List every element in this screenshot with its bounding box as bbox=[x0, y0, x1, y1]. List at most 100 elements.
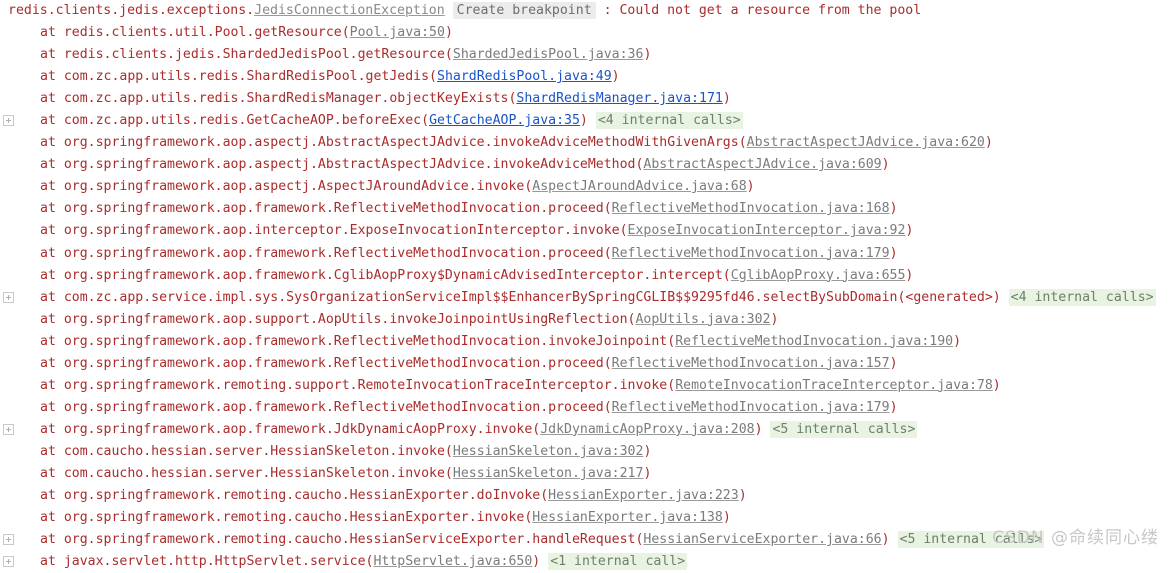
frame-spacer bbox=[588, 113, 596, 128]
stack-frame-row[interactable]: at org.springframework.aop.framework.Cgl… bbox=[0, 265, 1169, 287]
frame-source-link[interactable]: AbstractAspectJAdvice.java:609 bbox=[643, 157, 881, 172]
frame-source-link[interactable]: ExposeInvocationInterceptor.java:92 bbox=[628, 223, 906, 238]
frame-source-link[interactable]: ShardedJedisPool.java:36 bbox=[453, 47, 644, 62]
frame-close-paren: ) bbox=[889, 355, 898, 371]
frame-at-keyword: at bbox=[40, 47, 64, 63]
expand-plus-icon[interactable] bbox=[3, 556, 14, 568]
stack-frame-row[interactable]: at com.zc.app.utils.redis.ShardRedisMana… bbox=[0, 88, 1169, 110]
frame-source-link[interactable]: HessianExporter.java:138 bbox=[532, 510, 723, 525]
stack-frame-row[interactable]: at org.springframework.aop.aspectj.Abstr… bbox=[0, 154, 1169, 176]
frame-at-keyword: at bbox=[40, 157, 64, 173]
frame-at-keyword: at bbox=[40, 532, 64, 548]
frame-signature: com.caucho.hessian.server.HessianSkeleto… bbox=[63, 443, 453, 459]
stack-frame-row[interactable]: at org.springframework.aop.framework.Jdk… bbox=[0, 419, 1169, 441]
frame-signature: org.springframework.aop.aspectj.AspectJA… bbox=[63, 179, 533, 195]
stacktrace-console[interactable]: redis.clients.jedis.exceptions.JedisConn… bbox=[0, 0, 1169, 571]
internal-calls-badge[interactable]: <5 internal calls> bbox=[770, 420, 918, 438]
frame-source-link[interactable]: RemoteInvocationTraceInterceptor.java:78 bbox=[675, 378, 993, 393]
stack-frame-row[interactable]: at redis.clients.jedis.ShardedJedisPool.… bbox=[0, 44, 1169, 66]
stack-frame-row[interactable]: at org.springframework.aop.aspectj.Abstr… bbox=[0, 132, 1169, 154]
frame-source-link[interactable]: ReflectiveMethodInvocation.java:179 bbox=[612, 246, 890, 261]
stack-frame-row[interactable]: at com.zc.app.utils.redis.GetCacheAOP.be… bbox=[0, 110, 1169, 132]
stack-frame-row[interactable]: at com.caucho.hessian.server.HessianSkel… bbox=[0, 463, 1169, 485]
frame-source-link[interactable]: ReflectiveMethodInvocation.java:179 bbox=[612, 400, 890, 415]
frame-close-paren: ) bbox=[889, 245, 898, 261]
frame-source-link[interactable]: JdkDynamicAopProxy.java:208 bbox=[540, 422, 754, 437]
frame-source-link[interactable]: AopUtils.java:302 bbox=[635, 312, 770, 327]
frame-at-keyword: at bbox=[40, 25, 64, 41]
frame-signature: org.springframework.aop.aspectj.Abstract… bbox=[63, 157, 644, 173]
stack-frame-row[interactable]: at org.springframework.aop.framework.Ref… bbox=[0, 353, 1169, 375]
frame-source-link[interactable]: HessianSkeleton.java:217 bbox=[453, 466, 644, 481]
frame-close-paren: ) bbox=[889, 201, 898, 217]
stack-frame-row[interactable]: at com.zc.app.utils.redis.ShardRedisPool… bbox=[0, 66, 1169, 88]
frame-close-paren: ) bbox=[579, 113, 588, 129]
stack-frame-row[interactable]: at javax.servlet.http.HttpServlet.servic… bbox=[0, 551, 1169, 573]
stack-frame-row[interactable]: at org.springframework.aop.framework.Ref… bbox=[0, 397, 1169, 419]
exception-class-link[interactable]: JedisConnectionException bbox=[254, 3, 445, 18]
stack-frame-row[interactable]: at org.springframework.remoting.caucho.H… bbox=[0, 485, 1169, 507]
frame-source-link[interactable]: HttpServlet.java:650 bbox=[373, 554, 532, 569]
stack-frame-row[interactable]: at org.springframework.aop.framework.Ref… bbox=[0, 243, 1169, 265]
internal-calls-badge[interactable]: <4 internal calls> bbox=[1008, 288, 1156, 306]
frame-source-link[interactable]: ReflectiveMethodInvocation.java:168 bbox=[612, 201, 890, 216]
frame-signature: org.springframework.aop.framework.CglibA… bbox=[63, 267, 731, 283]
frame-signature: com.zc.app.utils.redis.ShardRedisPool.ge… bbox=[63, 69, 437, 85]
frame-source-link[interactable]: GetCacheAOP.java:35 bbox=[429, 113, 580, 128]
frame-at-keyword: at bbox=[40, 443, 64, 459]
frame-signature: redis.clients.util.Pool.getResource( bbox=[63, 25, 350, 41]
frame-signature: org.springframework.remoting.caucho.Hess… bbox=[63, 488, 549, 504]
frame-source-link[interactable]: CglibAopProxy.java:655 bbox=[731, 268, 906, 283]
frame-signature: com.caucho.hessian.server.HessianSkeleto… bbox=[63, 465, 453, 481]
internal-calls-badge[interactable]: <4 internal calls> bbox=[595, 112, 743, 130]
frame-source-link[interactable]: ReflectiveMethodInvocation.java:157 bbox=[612, 356, 890, 371]
frame-signature: javax.servlet.http.HttpServlet.service( bbox=[63, 554, 374, 570]
exception-message: Could not get a resource from the pool bbox=[619, 3, 922, 18]
frame-at-keyword: at bbox=[40, 223, 64, 239]
frame-at-keyword: at bbox=[40, 399, 64, 415]
frame-signature: com.zc.app.utils.redis.GetCacheAOP.befor… bbox=[63, 113, 430, 129]
frame-signature: org.springframework.remoting.caucho.Hess… bbox=[63, 532, 644, 548]
stack-frame-row[interactable]: at org.springframework.aop.framework.Ref… bbox=[0, 331, 1169, 353]
frame-at-keyword: at bbox=[40, 510, 64, 526]
frame-source-link[interactable]: HessianExporter.java:223 bbox=[548, 488, 739, 503]
frame-signature: org.springframework.aop.framework.Reflec… bbox=[63, 333, 676, 349]
frame-spacer bbox=[890, 532, 898, 547]
stack-frame-row[interactable]: at org.springframework.aop.framework.Ref… bbox=[0, 198, 1169, 220]
frame-source-link[interactable]: HessianServiceExporter.java:66 bbox=[643, 532, 881, 547]
frame-close-paren: ) bbox=[953, 333, 962, 349]
frame-source-link[interactable]: ReflectiveMethodInvocation.java:190 bbox=[675, 334, 953, 349]
frame-close-paren: ) bbox=[643, 47, 652, 63]
create-breakpoint-badge[interactable]: Create breakpoint bbox=[452, 2, 596, 19]
frame-at-keyword: at bbox=[40, 135, 64, 151]
frame-signature: org.springframework.aop.framework.Reflec… bbox=[63, 355, 612, 371]
frame-source-link[interactable]: ShardRedisPool.java:49 bbox=[437, 69, 612, 84]
stack-frame-row[interactable]: at org.springframework.aop.interceptor.E… bbox=[0, 220, 1169, 242]
frame-at-keyword: at bbox=[40, 421, 64, 437]
frame-at-keyword: at bbox=[40, 355, 64, 371]
exception-package: redis.clients.jedis.exceptions. bbox=[8, 3, 255, 18]
stack-frame-row[interactable]: at com.zc.app.service.impl.sys.SysOrgani… bbox=[0, 287, 1169, 309]
stack-frame-row[interactable]: at com.caucho.hessian.server.HessianSkel… bbox=[0, 441, 1169, 463]
frame-source-link[interactable]: AbstractAspectJAdvice.java:620 bbox=[747, 135, 985, 150]
frame-close-paren: ) bbox=[643, 443, 652, 459]
stack-frame-row[interactable]: at org.springframework.aop.aspectj.Aspec… bbox=[0, 176, 1169, 198]
stack-frame-row[interactable]: at org.springframework.remoting.support.… bbox=[0, 375, 1169, 397]
expand-plus-icon[interactable] bbox=[3, 115, 14, 127]
frame-source-link[interactable]: AspectJAroundAdvice.java:68 bbox=[532, 179, 746, 194]
expand-plus-icon[interactable] bbox=[3, 291, 14, 303]
frame-close-paren: ) bbox=[992, 377, 1001, 393]
frame-at-keyword: at bbox=[40, 377, 64, 393]
stack-frame-row[interactable]: at org.springframework.aop.support.AopUt… bbox=[0, 309, 1169, 331]
frame-source-link[interactable]: ShardRedisManager.java:171 bbox=[516, 91, 722, 106]
expand-plus-icon[interactable] bbox=[3, 534, 14, 546]
exception-separator: : bbox=[595, 3, 620, 18]
frame-source-link[interactable]: Pool.java:50 bbox=[350, 25, 445, 40]
internal-calls-badge[interactable]: <1 internal call> bbox=[548, 553, 688, 571]
stack-frame-row[interactable]: at redis.clients.util.Pool.getResource(P… bbox=[0, 22, 1169, 44]
frame-source-link[interactable]: HessianSkeleton.java:302 bbox=[453, 444, 644, 459]
expand-plus-icon[interactable] bbox=[3, 423, 14, 435]
frame-signature: redis.clients.jedis.ShardedJedisPool.get… bbox=[63, 47, 453, 63]
frame-at-keyword: at bbox=[40, 311, 64, 327]
frame-signature: org.springframework.aop.aspectj.Abstract… bbox=[63, 135, 747, 151]
